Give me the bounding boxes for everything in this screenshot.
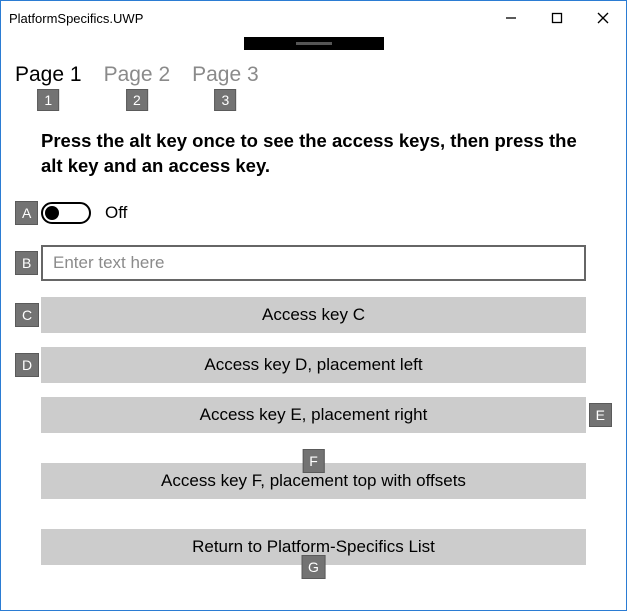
button-c-row: C Access key C: [41, 297, 586, 333]
toggle-thumb: [45, 206, 59, 220]
tab-label: Page 2: [104, 63, 171, 86]
page-content: Press the alt key once to see the access…: [1, 129, 626, 579]
button-d-row: D Access key D, placement left: [41, 347, 586, 383]
access-key-badge: E: [589, 403, 612, 427]
toggle-state-label: Off: [105, 203, 127, 223]
text-input[interactable]: [41, 245, 586, 281]
access-key-e-button[interactable]: Access key E, placement right: [41, 397, 586, 433]
access-key-c-button[interactable]: Access key C: [41, 297, 586, 333]
close-icon: [597, 12, 609, 24]
tab-label: Page 3: [192, 63, 259, 86]
button-g-row: Return to Platform-Specifics List G: [41, 529, 586, 565]
toggle-switch[interactable]: [41, 202, 91, 224]
access-key-badge: D: [15, 353, 39, 377]
access-key-badge: G: [301, 555, 326, 579]
toggle-row: A Off: [41, 197, 586, 229]
titlebar: PlatformSpecifics.UWP: [1, 1, 626, 35]
close-button[interactable]: [580, 3, 626, 33]
text-input-row: B: [41, 245, 586, 281]
tab-page-3[interactable]: Page 3 3: [192, 63, 259, 87]
access-key-badge: 3: [215, 89, 237, 111]
access-key-d-button[interactable]: Access key D, placement left: [41, 347, 586, 383]
window-title: PlatformSpecifics.UWP: [9, 11, 143, 26]
debug-bar: [244, 37, 384, 50]
maximize-button[interactable]: [534, 3, 580, 33]
minimize-button[interactable]: [488, 3, 534, 33]
tab-page-1[interactable]: Page 1 1: [15, 63, 82, 87]
access-key-badge: B: [15, 251, 38, 275]
tab-strip: Page 1 1 Page 2 2 Page 3 3: [15, 63, 259, 87]
instructions-text: Press the alt key once to see the access…: [41, 129, 586, 179]
tab-page-2[interactable]: Page 2 2: [104, 63, 171, 87]
access-key-badge: A: [15, 201, 38, 225]
access-key-badge: F: [302, 449, 325, 473]
button-f-row: Access key F, placement top with offsets…: [41, 463, 586, 499]
access-key-badge: 1: [37, 89, 59, 111]
minimize-icon: [505, 12, 517, 24]
button-e-row: Access key E, placement right E: [41, 397, 586, 433]
access-key-badge: 2: [126, 89, 148, 111]
maximize-icon: [551, 12, 563, 24]
tab-label: Page 1: [15, 63, 82, 86]
window-controls: [488, 3, 626, 33]
access-key-badge: C: [15, 303, 39, 327]
